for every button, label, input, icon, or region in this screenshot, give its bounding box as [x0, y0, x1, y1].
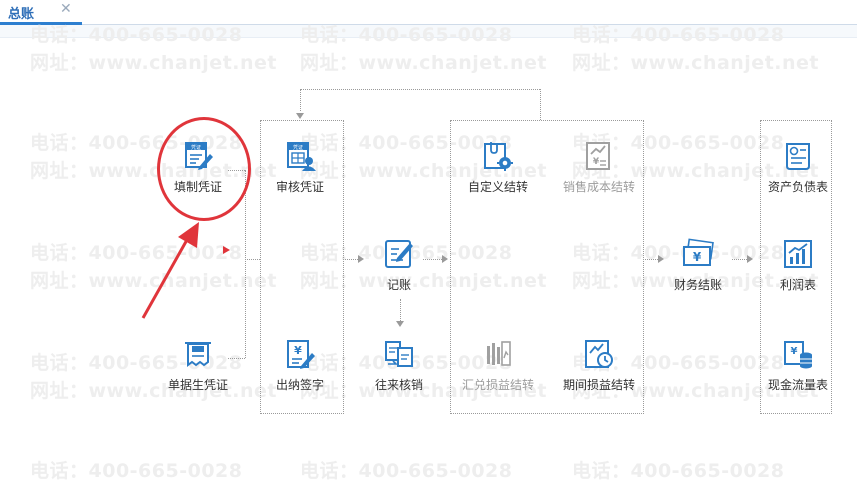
loop-connector-left — [300, 89, 301, 111]
node-label: 财务结账 — [673, 278, 722, 292]
connector — [245, 170, 246, 358]
icon-caption: ¥ — [791, 346, 798, 357]
connector — [400, 299, 401, 321]
loop-connector-top — [300, 89, 540, 90]
cash-flow-icon: ¥ — [784, 341, 812, 369]
icon-caption: ¥ — [593, 157, 600, 167]
balance-sheet-icon — [786, 143, 810, 170]
money-stack-icon: ¥ — [683, 238, 714, 266]
arrow-down-icon — [396, 321, 404, 327]
watermark-url: 网址：www.chanjet.net — [572, 52, 819, 74]
highlight-circle — [157, 117, 251, 221]
arrow-right-icon — [442, 255, 448, 263]
watermark-url: 网址：www.chanjet.net — [30, 52, 277, 74]
watermark-phone: 电话：400-665-0028 — [30, 460, 243, 482]
watermark-phone: 电话：400-665-0028 — [30, 242, 243, 264]
period-pl-icon — [585, 340, 613, 368]
income-statement-icon — [784, 240, 812, 268]
sales-cost-icon: ¥ — [586, 142, 610, 170]
node-label: 资产负债表 — [767, 180, 828, 194]
node-label: 利润表 — [779, 278, 816, 292]
arrow-right-icon — [747, 255, 753, 263]
connector — [643, 259, 658, 260]
post-ledger-icon — [385, 240, 413, 268]
connector — [245, 259, 260, 260]
icon-caption: 凭证 — [293, 144, 303, 151]
connector — [732, 259, 747, 260]
writeoff-icon — [385, 341, 413, 367]
node-label: 记账 — [386, 278, 411, 292]
arrow-right-icon — [223, 246, 230, 254]
arrow-right-icon — [658, 255, 664, 263]
arrow-down-icon — [296, 113, 304, 119]
connector — [343, 259, 358, 260]
watermark-phone: 电话：400-665-0028 — [572, 460, 785, 482]
connector — [423, 259, 442, 260]
node-label: 往来核销 — [374, 378, 423, 392]
voucher-scroll-icon — [185, 342, 211, 367]
node-label: 销售成本结转 — [562, 180, 635, 194]
node-label: 自定义结转 — [467, 180, 528, 194]
node-label: 汇兑损益结转 — [461, 378, 534, 392]
voucher-audit-icon: 凭证 — [287, 142, 316, 171]
node-label: 出纳签字 — [275, 378, 324, 392]
watermark-url: 网址：www.chanjet.net — [30, 270, 277, 292]
node-label: 现金流量表 — [767, 378, 828, 392]
node-label: 单据生凭证 — [167, 378, 228, 392]
watermark-phone: 电话：400-665-0028 — [300, 24, 513, 46]
node-label: 期间损益结转 — [562, 378, 635, 392]
connector — [228, 358, 245, 359]
icon-caption: ¥ — [294, 344, 302, 357]
fx-gain-loss-icon — [487, 341, 511, 366]
watermark-phone: 电话：400-665-0028 — [300, 460, 513, 482]
watermark-phone: 电话：400-665-0028 — [30, 24, 243, 46]
node-label: 审核凭证 — [275, 180, 324, 194]
watermark-phone: 电话：400-665-0028 — [572, 24, 785, 46]
custom-transfer-icon — [484, 142, 513, 171]
cashier-sign-icon: ¥ — [287, 340, 315, 369]
close-icon[interactable]: ✕ — [60, 1, 72, 17]
icon-caption: ¥ — [693, 250, 702, 264]
arrow-right-icon — [358, 255, 364, 263]
loop-connector-right — [540, 89, 541, 120]
watermark-url: 网址：www.chanjet.net — [300, 52, 547, 74]
